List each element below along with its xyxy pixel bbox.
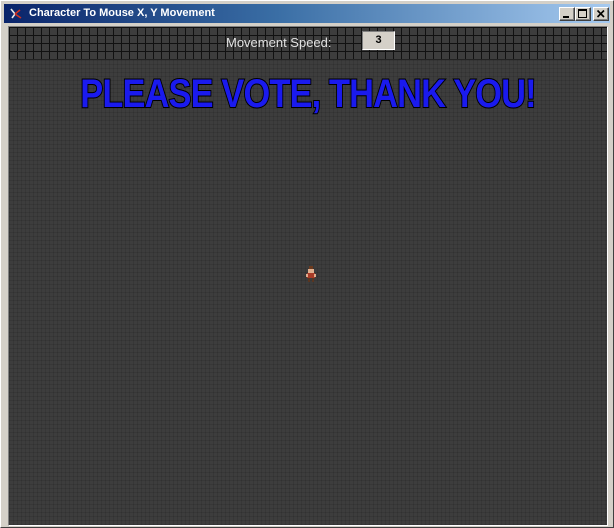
movement-speed-input[interactable]: 3 [362, 31, 395, 50]
movement-speed-label: Movement Speed: [226, 35, 332, 50]
app-window: Character To Mouse X, Y Movement Movemen… [0, 0, 614, 528]
title-bar[interactable]: Character To Mouse X, Y Movement [4, 4, 610, 23]
maximize-icon [578, 9, 587, 18]
speed-toolbar: Movement Speed: 3 [9, 27, 607, 60]
minimize-button[interactable] [559, 7, 575, 21]
vote-banner: PLEASE VOTE, THANK YOU! [79, 71, 537, 117]
character-sprite [306, 266, 316, 282]
minimize-icon [563, 16, 569, 18]
game-client-area: Movement Speed: 3 PLEASE VOTE, THANK YOU… [8, 26, 608, 526]
close-button[interactable] [593, 7, 609, 21]
app-icon[interactable] [9, 7, 23, 20]
game-canvas[interactable]: PLEASE VOTE, THANK YOU! [9, 60, 607, 525]
window-title: Character To Mouse X, Y Movement [29, 7, 215, 19]
close-icon [596, 9, 605, 18]
maximize-button[interactable] [575, 7, 591, 21]
